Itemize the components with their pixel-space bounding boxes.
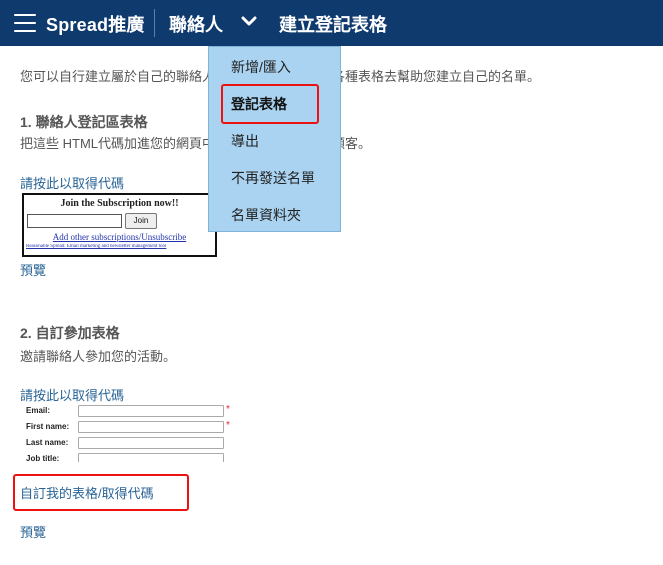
section-desc-custom-form: 邀請聯絡人參加您的活動。	[20, 349, 177, 364]
menu-item-unsubscribe-list[interactable]: 不再發送名單	[231, 168, 315, 188]
contacts-dropdown-menu: 新增/匯入 登記表格 導出 不再發送名單 名單資料夾	[208, 46, 341, 232]
widget-unsubscribe-link: Add other subscriptions/Unsubscribe	[52, 232, 187, 242]
form-field-input	[78, 421, 224, 433]
preview-link-custom-form[interactable]: 預覽	[20, 522, 46, 541]
page-title: 建立登記表格	[279, 15, 387, 35]
widget-title: Join the Subscription now!!	[60, 198, 179, 209]
section-title-subscription: 1. 聯絡人登記區表格	[20, 114, 148, 130]
nav-contacts[interactable]: 聯絡人	[169, 11, 223, 37]
form-field-label: Email:	[26, 406, 51, 415]
widget-email-input	[27, 214, 122, 228]
hamburger-menu-icon[interactable]	[14, 14, 36, 32]
section-title-custom-form: 2. 自訂參加表格	[20, 325, 120, 341]
form-row: First name: *	[22, 420, 242, 436]
form-field-input	[78, 437, 224, 449]
form-field-label: Job title:	[26, 454, 60, 462]
highlight-box-customize	[13, 474, 189, 511]
widget-join-button: Join	[125, 213, 157, 229]
get-code-link-subscription[interactable]: 請按此以取得代碼	[20, 173, 124, 192]
nav-divider	[154, 9, 155, 37]
menu-item-export[interactable]: 導出	[231, 131, 259, 151]
form-field-label: First name:	[26, 422, 70, 431]
form-field-label: Last name:	[26, 438, 69, 447]
preview-link-subscription[interactable]: 預覽	[20, 260, 46, 279]
form-row: Last name:	[22, 436, 242, 452]
required-marker: *	[226, 404, 230, 415]
custom-form-preview: Email: * First name: * Last name: Job ti…	[22, 402, 242, 462]
brand-logo[interactable]: Spread推廣	[46, 11, 145, 37]
form-field-input	[78, 453, 224, 462]
subscription-widget-preview: Join the Subscription now!! Join Add oth…	[22, 193, 217, 257]
menu-item-add-import[interactable]: 新增/匯入	[231, 57, 291, 77]
required-marker: *	[226, 420, 230, 431]
form-row: Job title:	[22, 452, 242, 462]
menu-item-list-folders[interactable]: 名單資料夾	[231, 205, 301, 225]
widget-footer: Reasonable Spread: Email marketing and n…	[26, 244, 167, 249]
chevron-down-icon[interactable]	[241, 14, 257, 30]
highlight-box-signup-forms	[221, 84, 319, 124]
form-field-input	[78, 405, 224, 417]
form-row: Email: *	[22, 404, 242, 420]
top-nav-bar: Spread推廣 聯絡人 建立登記表格	[0, 0, 663, 46]
